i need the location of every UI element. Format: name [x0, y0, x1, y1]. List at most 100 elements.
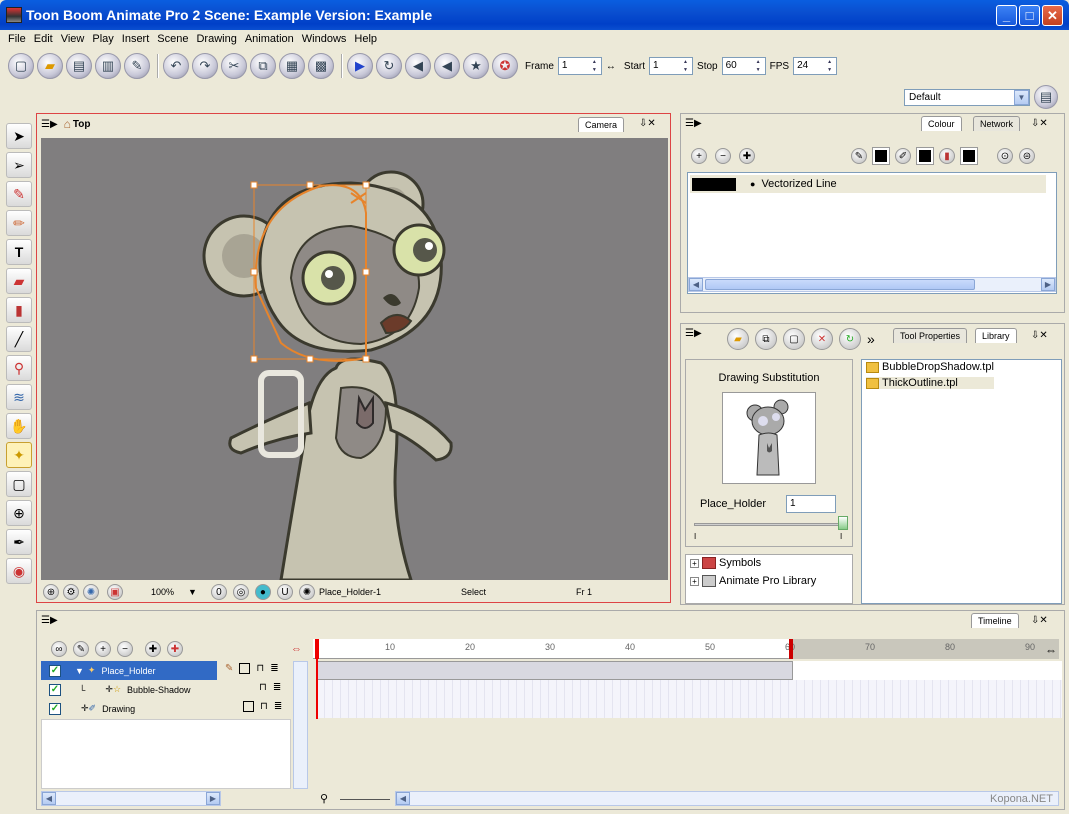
- light-table-icon[interactable]: ◎: [232, 584, 249, 600]
- remove-colour-icon[interactable]: −: [715, 148, 731, 164]
- colour-box[interactable]: [243, 701, 254, 712]
- layer-horizontal-scrollbar[interactable]: ◀ ▶: [41, 791, 221, 806]
- camera-tool-icon[interactable]: ◉: [6, 558, 32, 584]
- panel-menu-icon[interactable]: ☰▶: [685, 328, 702, 339]
- horizontal-scrollbar[interactable]: ◀ ▶: [688, 277, 1056, 292]
- list-item[interactable]: ● Vectorized Line: [690, 175, 1046, 193]
- refresh-icon[interactable]: ↻: [839, 328, 861, 350]
- maximize-button[interactable]: □: [1019, 5, 1040, 26]
- zoom-icon[interactable]: ⚲: [320, 792, 328, 805]
- colour-box[interactable]: [239, 663, 251, 674]
- tree-item-symbols[interactable]: + Symbols: [690, 557, 761, 569]
- collapse-icon[interactable]: ▼: [75, 666, 84, 676]
- layer-enable-checkbox[interactable]: ✓: [49, 683, 61, 696]
- preview-icon[interactable]: ✪: [492, 53, 518, 79]
- tab-tool-properties[interactable]: Tool Properties: [893, 328, 968, 343]
- menu-scene[interactable]: Scene: [153, 33, 192, 45]
- brush-colour-swatch[interactable]: [916, 147, 934, 165]
- paint-colour-icon[interactable]: ▮: [939, 148, 955, 164]
- add-colour-icon[interactable]: +: [691, 148, 707, 164]
- select-tool-icon[interactable]: ➤: [6, 123, 32, 149]
- layer-row-bubble-shadow[interactable]: ✓ └ ✛ ☆ Bubble-Shadow: [41, 680, 291, 699]
- menu-help[interactable]: Help: [350, 33, 381, 45]
- timeline-horizontal-scrollbar[interactable]: ◀: [395, 791, 1059, 806]
- hand-icon[interactable]: ✋: [6, 413, 32, 439]
- timeline-ruler[interactable]: 10 20 30 40 50 60 70 80 90: [313, 639, 1059, 659]
- panel-menu-icon[interactable]: ☰▶: [41, 615, 58, 626]
- palette-icon[interactable]: ⊜: [1019, 148, 1035, 164]
- frame-field[interactable]: 1: [557, 57, 602, 75]
- panel-close-icon[interactable]: ⇩✕: [1031, 330, 1048, 341]
- menu-windows[interactable]: Windows: [298, 33, 351, 45]
- menu-edit[interactable]: Edit: [30, 33, 57, 45]
- tab-colour[interactable]: Colour: [921, 116, 962, 131]
- add-drawing-icon[interactable]: ✎: [73, 641, 89, 657]
- tab-network[interactable]: Network: [973, 116, 1021, 131]
- copy-icon[interactable]: ⧉: [250, 53, 276, 79]
- lock-icon[interactable]: ⊓: [256, 663, 264, 674]
- safe-area-icon[interactable]: ▣: [107, 584, 123, 600]
- timeline-track-place-holder[interactable]: [317, 661, 1062, 680]
- lock-icon[interactable]: ⊓: [260, 701, 268, 712]
- expand-icon[interactable]: ⇔: [291, 643, 302, 655]
- library-icon[interactable]: ▩: [308, 53, 334, 79]
- menu-file[interactable]: File: [4, 33, 30, 45]
- add-effect-icon[interactable]: ✚: [167, 641, 183, 657]
- drawing-pivot-icon[interactable]: ▢: [6, 471, 32, 497]
- play-icon[interactable]: ▶: [347, 53, 373, 79]
- scroll-left-icon[interactable]: ◀: [689, 278, 703, 291]
- new-folder-icon[interactable]: ▢: [783, 328, 805, 350]
- layer-row-place-holder[interactable]: ✓ ▼ ✦ Place_Holder: [41, 661, 217, 680]
- paint-icon[interactable]: ▮: [6, 297, 32, 323]
- colour-mode-icon[interactable]: ●: [254, 584, 271, 600]
- zoom-level[interactable]: 100%: [151, 587, 174, 597]
- list-item[interactable]: BubbleDropShadow.tpl: [866, 361, 994, 373]
- drawing-slider[interactable]: [694, 523, 844, 526]
- playhead-marker[interactable]: [315, 639, 319, 659]
- tree-item-library[interactable]: + Animate Pro Library: [690, 575, 816, 587]
- open-folder-icon[interactable]: ▰: [727, 328, 749, 350]
- panel-menu-icon[interactable]: ☰▶: [685, 118, 702, 129]
- transform-icon[interactable]: ✦: [6, 442, 32, 468]
- stop-field[interactable]: 60: [721, 57, 766, 75]
- pencil-colour-icon[interactable]: ✎: [851, 148, 867, 164]
- eraser-icon[interactable]: ▰: [6, 268, 32, 294]
- dropper-icon[interactable]: ⚲: [6, 355, 32, 381]
- add-peg-icon[interactable]: ✚: [145, 641, 161, 657]
- sound-icon[interactable]: ◀: [405, 53, 431, 79]
- panel-close-icon[interactable]: ⇩✕: [1031, 118, 1048, 129]
- scroll-right-icon[interactable]: ▶: [206, 792, 220, 805]
- timeline-track-drawing[interactable]: [317, 699, 1062, 718]
- drawing-value-field[interactable]: 1: [786, 495, 836, 513]
- line-tool-icon[interactable]: ╱: [6, 326, 32, 352]
- add-layer-icon[interactable]: +: [95, 641, 111, 657]
- save-version-icon[interactable]: ✎: [124, 53, 150, 79]
- undo-icon[interactable]: ↶: [163, 53, 189, 79]
- contour-editor-icon[interactable]: ➢: [6, 152, 32, 178]
- line-colour-swatch[interactable]: [872, 147, 890, 165]
- stack-icon[interactable]: ≣: [270, 663, 278, 674]
- scroll-left-icon[interactable]: ◀: [396, 792, 410, 805]
- lock-icon[interactable]: ⊓: [259, 682, 267, 693]
- scroll-thumb[interactable]: [705, 279, 975, 290]
- layer-enable-checkbox[interactable]: ✓: [49, 702, 61, 715]
- crosshair-icon[interactable]: ⊕: [6, 500, 32, 526]
- pencil-icon[interactable]: ✏: [6, 210, 32, 236]
- drawing-viewport[interactable]: [41, 138, 668, 580]
- panel-close-icon[interactable]: ⇩✕: [1031, 615, 1048, 626]
- pen-nib-icon[interactable]: ✒: [6, 529, 32, 555]
- save-as-icon[interactable]: ▥: [95, 53, 121, 79]
- add-texture-icon[interactable]: ✚: [739, 148, 755, 164]
- menu-play[interactable]: Play: [88, 33, 117, 45]
- panel-menu-icon[interactable]: ☰▶: [41, 119, 58, 130]
- scroll-right-icon[interactable]: ▶: [1041, 278, 1055, 291]
- layer-enable-checkbox[interactable]: ✓: [49, 664, 61, 677]
- new-icon[interactable]: ▢: [8, 53, 34, 79]
- list-item[interactable]: ThickOutline.tpl: [866, 377, 994, 389]
- loop-icon[interactable]: ↻: [376, 53, 402, 79]
- morph-icon[interactable]: ≋: [6, 384, 32, 410]
- start-field[interactable]: 1: [649, 57, 694, 75]
- crosshair-icon[interactable]: ⊕: [43, 584, 59, 600]
- brush-icon[interactable]: ✎: [6, 181, 32, 207]
- workspace-manager-icon[interactable]: ▤: [1034, 85, 1058, 109]
